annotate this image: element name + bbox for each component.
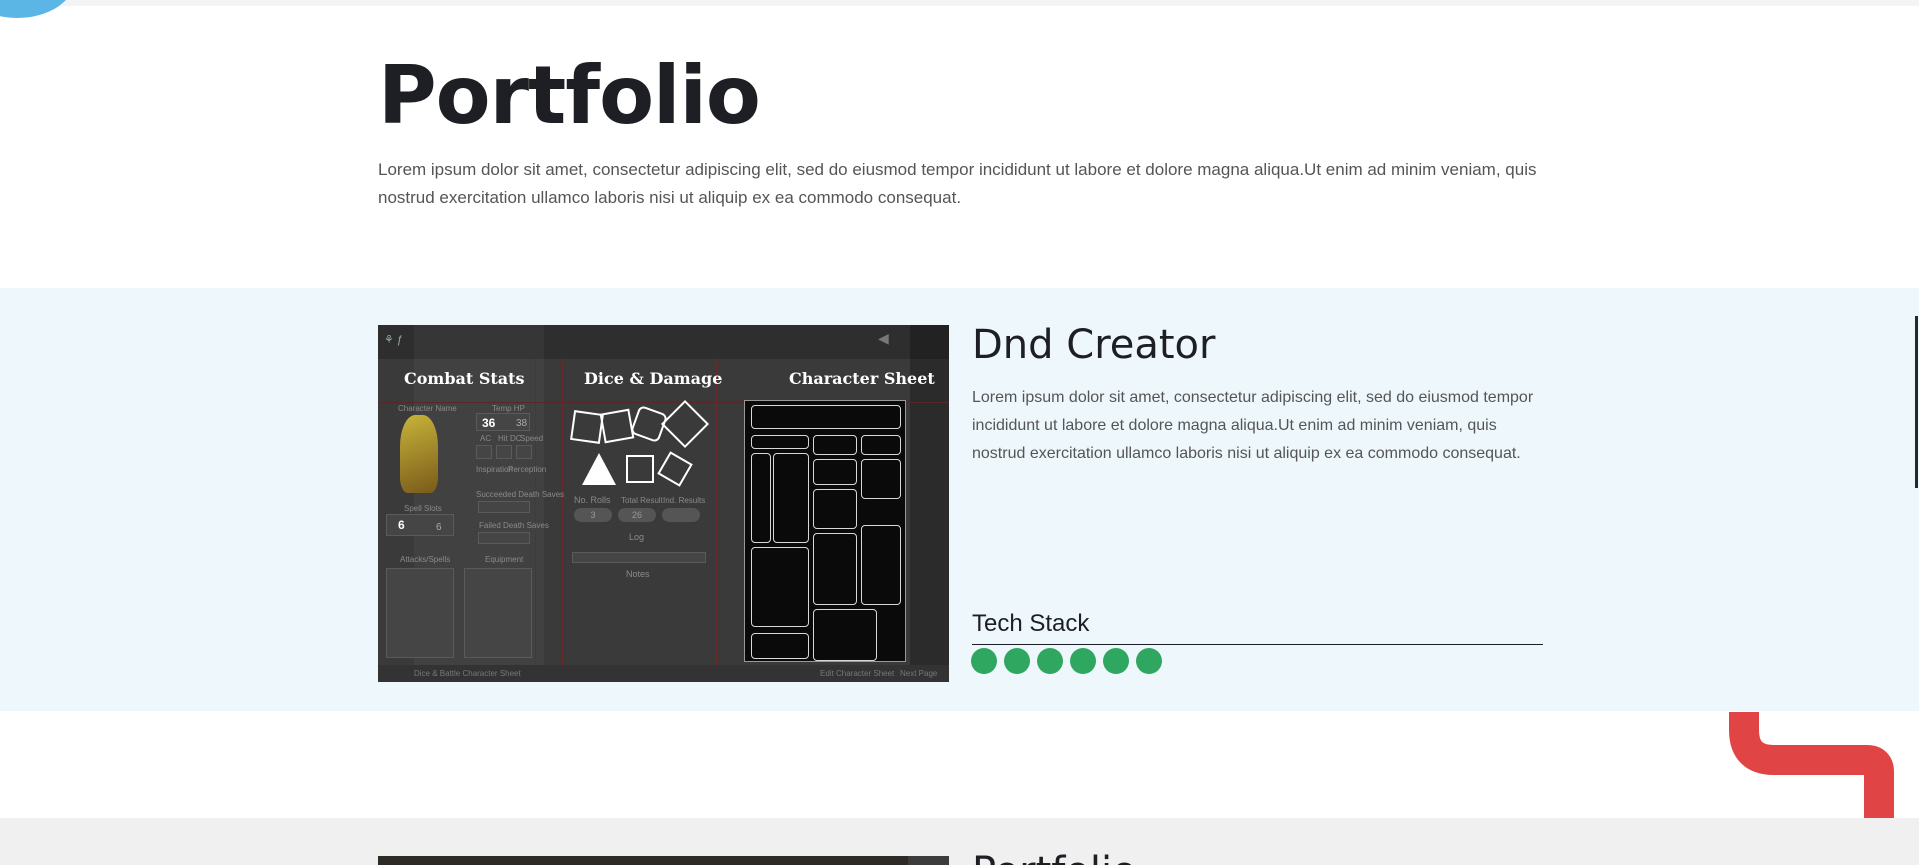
total-output: 26 — [618, 508, 656, 522]
project-screenshot[interactable]: ⚘ ƒ ◀ Combat Stats Dice & Damage Charact… — [378, 325, 949, 682]
project-screenshot-next[interactable] — [378, 856, 949, 865]
sheet-block — [813, 459, 857, 485]
divider — [562, 359, 563, 682]
portfolio-header: Portfolio Lorem ipsum dolor sit amet, co… — [378, 50, 1548, 212]
label-ind-results: Ind. Results — [663, 496, 706, 505]
page-intro: Lorem ipsum dolor sit amet, consectetur … — [378, 160, 1537, 207]
label-equipment: Equipment — [485, 555, 524, 564]
hp-max: 38 — [516, 418, 528, 429]
project-title: Dnd Creator — [972, 322, 1216, 368]
d6-dice-icon[interactable] — [626, 455, 654, 483]
label-speed: Speed — [520, 434, 544, 443]
d10-dice-icon[interactable] — [599, 408, 635, 444]
tech-stack-label: Tech Stack — [972, 610, 1090, 637]
label-spell-slots: Spell Slots — [404, 504, 442, 513]
sheet-block — [813, 533, 857, 605]
rolls-input[interactable]: 3 — [574, 508, 612, 522]
sheet-block — [751, 633, 809, 659]
ind-results-output — [662, 508, 700, 522]
fail-saves — [478, 532, 530, 544]
sheet-header — [751, 405, 901, 429]
ac-box — [476, 445, 492, 459]
speed-box — [516, 445, 532, 459]
tech-icon — [1136, 648, 1162, 674]
sheet-block — [773, 453, 809, 543]
label-hit-dc: Hit DC — [498, 434, 522, 443]
label-notes: Notes — [626, 569, 650, 579]
top-strip — [0, 0, 1919, 6]
label-no-rolls: No. Rolls — [574, 495, 611, 505]
sheet-block — [861, 435, 901, 455]
panel-title-combat: Combat Stats — [404, 369, 525, 388]
project-band-next — [0, 818, 1919, 865]
character-sheet-preview — [744, 400, 906, 662]
character-portrait — [400, 415, 438, 493]
attacks-area — [386, 568, 454, 658]
footer-link-next-page: Next Page — [900, 669, 938, 678]
tech-icon — [1004, 648, 1030, 674]
panel-title-dice: Dice & Damage — [584, 369, 723, 388]
d20-dice-icon[interactable] — [660, 399, 710, 449]
scroll-indicator[interactable] — [1915, 316, 1918, 488]
label-log: Log — [629, 532, 645, 542]
log-select[interactable] — [572, 552, 706, 563]
dnd-logo-icon: ⚘ ƒ — [384, 334, 404, 346]
label-total-result: Total Result — [621, 496, 663, 505]
tech-icon — [1103, 648, 1129, 674]
spell-slot-max: 6 — [436, 522, 442, 533]
tech-icon — [1037, 648, 1063, 674]
hp-current: 36 — [482, 416, 496, 430]
d4-dice-icon[interactable] — [582, 451, 616, 485]
label-attacks-spells: Attacks/Spells — [400, 555, 451, 564]
back-arrow-icon: ◀ — [878, 331, 889, 347]
label-perception: Perception — [508, 465, 547, 474]
project-description: Lorem ipsum dolor sit amet, consectetur … — [972, 389, 1534, 462]
tech-icon — [1070, 648, 1096, 674]
project-band — [0, 288, 1919, 711]
tech-stack-divider — [972, 644, 1543, 645]
d100-dice-icon[interactable] — [657, 451, 693, 487]
label-character-name: Character Name — [398, 404, 457, 413]
d8-dice-icon[interactable] — [570, 410, 604, 444]
project-title-next: Portfolio — [972, 852, 1137, 865]
overlay-shade — [908, 856, 949, 865]
tech-icon — [971, 648, 997, 674]
sheet-block — [813, 609, 877, 661]
label-temp-hp: Temp HP — [492, 404, 525, 413]
label-failed-death-saves: Failed Death Saves — [479, 521, 549, 530]
sheet-block — [813, 489, 857, 529]
footer-link-edit-sheet: Edit Character Sheet — [820, 669, 895, 678]
footer-link-dice-battle: Dice & Battle Character Sheet — [414, 669, 521, 678]
label-succeeded-death-saves: Succeeded Death Saves — [476, 490, 565, 499]
panel-title-sheet: Character Sheet — [789, 369, 935, 388]
page-title: Portfolio — [378, 49, 761, 142]
spell-slot-current: 6 — [398, 518, 405, 532]
label-ac: AC — [480, 434, 492, 443]
succ-saves — [478, 501, 530, 513]
equipment-area — [464, 568, 532, 658]
sheet-block — [751, 453, 771, 543]
tech-stack-icons — [971, 648, 1162, 674]
spell-slot-box — [386, 514, 454, 536]
sheet-block — [751, 547, 809, 627]
sheet-block — [861, 525, 901, 605]
sheet-block — [813, 435, 857, 455]
hitdc-box — [496, 445, 512, 459]
divider — [716, 359, 717, 682]
red-hook-decoration — [1729, 712, 1894, 818]
sheet-block — [861, 459, 901, 499]
sheet-block — [751, 435, 809, 449]
